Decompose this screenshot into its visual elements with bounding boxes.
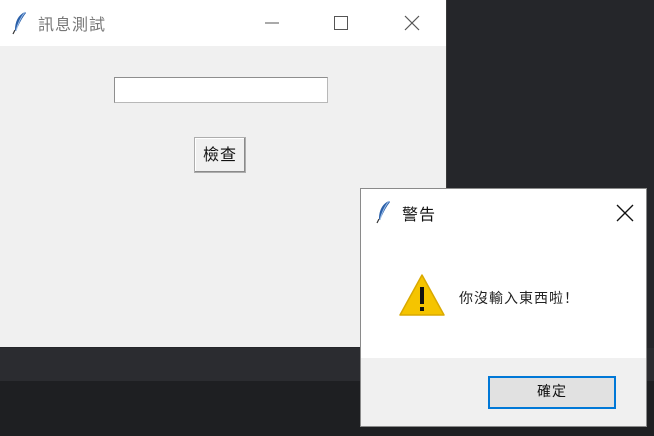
maximize-button[interactable] (318, 8, 364, 38)
maximize-icon (334, 16, 348, 30)
minimize-button[interactable] (249, 8, 295, 38)
check-button[interactable]: 檢查 (194, 137, 246, 173)
close-button[interactable] (389, 8, 435, 38)
text-entry[interactable] (114, 77, 328, 103)
dialog-close-button[interactable] (614, 202, 636, 224)
warning-dialog: 警告 你沒輸入東西啦！ 確定 (360, 188, 647, 427)
dialog-titlebar[interactable]: 警告 (361, 189, 646, 235)
dialog-message: 你沒輸入東西啦！ (459, 291, 579, 307)
close-icon (404, 15, 420, 31)
minimize-icon (265, 22, 279, 24)
dialog-body: 你沒輸入東西啦！ (361, 235, 646, 358)
dialog-title: 警告 (402, 205, 437, 224)
main-window-title: 訊息測試 (38, 15, 107, 34)
warning-icon (398, 273, 446, 317)
main-titlebar[interactable]: 訊息測試 (0, 0, 446, 46)
feather-icon (12, 11, 28, 35)
close-icon (616, 204, 634, 222)
feather-icon (376, 200, 392, 224)
dialog-footer: 確定 (361, 358, 646, 426)
ok-button[interactable]: 確定 (488, 376, 616, 409)
